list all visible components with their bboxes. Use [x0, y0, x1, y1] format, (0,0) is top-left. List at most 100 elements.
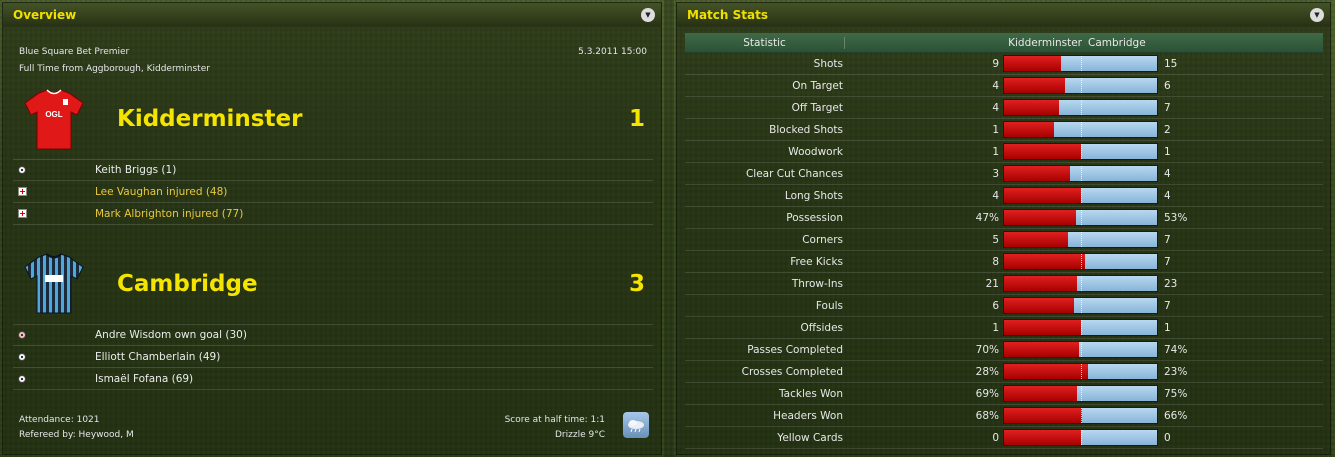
overview-header: Overview ▼	[3, 3, 661, 27]
stat-bar-away	[1077, 386, 1157, 401]
match-stats-panel: Match Stats ▼ Statistic Kidderminster Ca…	[676, 2, 1331, 455]
stat-bar-midline	[1080, 144, 1082, 159]
table-row: Shots 9 15	[685, 53, 1323, 75]
stat-away-value: 15	[1164, 57, 1178, 70]
stat-bar-home	[1004, 342, 1079, 357]
stat-comparison-bar	[1003, 187, 1158, 204]
stat-bar-home	[1004, 408, 1083, 423]
home-team-score: 1	[628, 106, 645, 132]
stats-menu-button[interactable]: ▼	[1310, 7, 1324, 22]
away-team-name[interactable]: Cambridge	[117, 271, 258, 297]
stat-label: Passes Completed	[747, 343, 843, 356]
table-row: Passes Completed 70% 74%	[685, 339, 1323, 361]
event-text[interactable]: Andre Wisdom own goal (30)	[95, 329, 247, 341]
stat-away-value: 66%	[1164, 409, 1188, 422]
stat-bar-home	[1004, 210, 1076, 225]
list-item: Lee Vaughan injured (48)	[13, 181, 653, 203]
home-events-list: Keith Briggs (1) Lee Vaughan injured (48…	[13, 159, 653, 225]
event-text[interactable]: Elliott Chamberlain (49)	[95, 351, 220, 363]
table-row: Clear Cut Chances 3 4	[685, 163, 1323, 185]
table-row: Tackles Won 69% 75%	[685, 383, 1323, 405]
stat-comparison-bar	[1003, 55, 1158, 72]
stat-bar-away	[1054, 122, 1157, 137]
list-item: Elliott Chamberlain (49)	[13, 346, 653, 368]
referee-text[interactable]: Refereed by: Heywood, M	[19, 428, 134, 443]
event-text[interactable]: Lee Vaughan injured (48)	[95, 186, 227, 198]
goal-ball-icon	[18, 352, 26, 361]
stat-away-value: 74%	[1164, 343, 1188, 356]
table-row: Woodwork 1 1	[685, 141, 1323, 163]
stat-comparison-bar	[1003, 363, 1158, 380]
stat-bar-midline	[1080, 56, 1082, 71]
stat-home-value: 4	[992, 101, 999, 114]
attendance-text: Attendance: 1021	[19, 415, 100, 425]
event-text[interactable]: Keith Briggs (1)	[95, 164, 176, 176]
column-header-away[interactable]: Cambridge	[1085, 37, 1146, 49]
stat-comparison-bar	[1003, 341, 1158, 358]
stat-home-value: 47%	[975, 211, 999, 224]
stat-away-value: 7	[1164, 255, 1171, 268]
stat-bar-away	[1080, 320, 1157, 335]
stat-home-value: 0	[992, 431, 999, 444]
stat-bar-away	[1088, 364, 1157, 379]
stat-bar-away	[1080, 188, 1157, 203]
stat-bar-home	[1004, 364, 1089, 379]
stat-bar-midline	[1080, 320, 1082, 335]
stat-bar-midline	[1080, 430, 1082, 445]
stat-bar-away	[1082, 408, 1157, 423]
injury-icon	[18, 209, 27, 218]
stat-away-value: 53%	[1164, 211, 1188, 224]
stat-comparison-bar	[1003, 407, 1158, 424]
home-team-name[interactable]: Kidderminster	[117, 106, 302, 132]
overview-menu-button[interactable]: ▼	[641, 7, 655, 22]
stat-away-value: 7	[1164, 299, 1171, 312]
stat-bar-home	[1004, 386, 1078, 401]
stat-away-value: 0	[1164, 431, 1171, 444]
stat-label: Possession	[786, 211, 843, 224]
stat-comparison-bar	[1003, 429, 1158, 446]
stat-home-value: 68%	[975, 409, 999, 422]
table-row: Long Shots 4 4	[685, 185, 1323, 207]
competition-name: Blue Square Bet Premier	[19, 47, 130, 57]
table-row: Throw-Ins 21 23	[685, 273, 1323, 295]
stat-label: Tackles Won	[779, 387, 843, 400]
stat-label: Shots	[813, 57, 843, 70]
chevron-down-icon: ▼	[645, 10, 651, 19]
column-header-home[interactable]: Kidderminster	[845, 37, 1085, 49]
stat-bar-midline	[1080, 276, 1082, 291]
stat-bar-home	[1004, 78, 1066, 93]
stat-home-value: 4	[992, 79, 999, 92]
stat-away-value: 7	[1164, 101, 1171, 114]
stat-away-value: 23%	[1164, 365, 1188, 378]
event-text[interactable]: Ismaël Fofana (69)	[95, 373, 193, 385]
stat-away-value: 2	[1164, 123, 1171, 136]
stat-label: Fouls	[815, 299, 843, 312]
stat-bar-home	[1004, 56, 1062, 71]
stat-bar-away	[1080, 144, 1157, 159]
stats-header: Match Stats ▼	[677, 3, 1330, 27]
stat-away-value: 1	[1164, 321, 1171, 334]
stat-label: On Target	[792, 79, 843, 92]
stat-away-value: 23	[1164, 277, 1178, 290]
svg-text:OGL: OGL	[45, 110, 62, 119]
event-text[interactable]: Mark Albrighton injured (77)	[95, 208, 243, 220]
stat-bar-home	[1004, 166, 1070, 181]
stat-label: Throw-Ins	[791, 277, 843, 290]
stat-bar-midline	[1080, 232, 1082, 247]
stat-bar-home	[1004, 122, 1055, 137]
own-goal-ball-icon	[18, 331, 26, 339]
stat-comparison-bar	[1003, 77, 1158, 94]
goal-ball-icon	[18, 374, 26, 383]
stat-bar-midline	[1080, 342, 1082, 357]
stat-away-value: 1	[1164, 145, 1171, 158]
stat-bar-midline	[1080, 408, 1082, 423]
column-header-statistic[interactable]: Statistic	[685, 36, 845, 49]
table-row: Fouls 6 7	[685, 295, 1323, 317]
list-item: Ismaël Fofana (69)	[13, 368, 653, 390]
stat-bar-midline	[1080, 254, 1082, 269]
stat-bar-away	[1069, 166, 1157, 181]
table-row: Offsides 1 1	[685, 317, 1323, 339]
stats-table-header: Statistic Kidderminster Cambridge	[685, 33, 1323, 53]
stat-bar-away	[1068, 232, 1157, 247]
panel-divider	[664, 0, 674, 457]
